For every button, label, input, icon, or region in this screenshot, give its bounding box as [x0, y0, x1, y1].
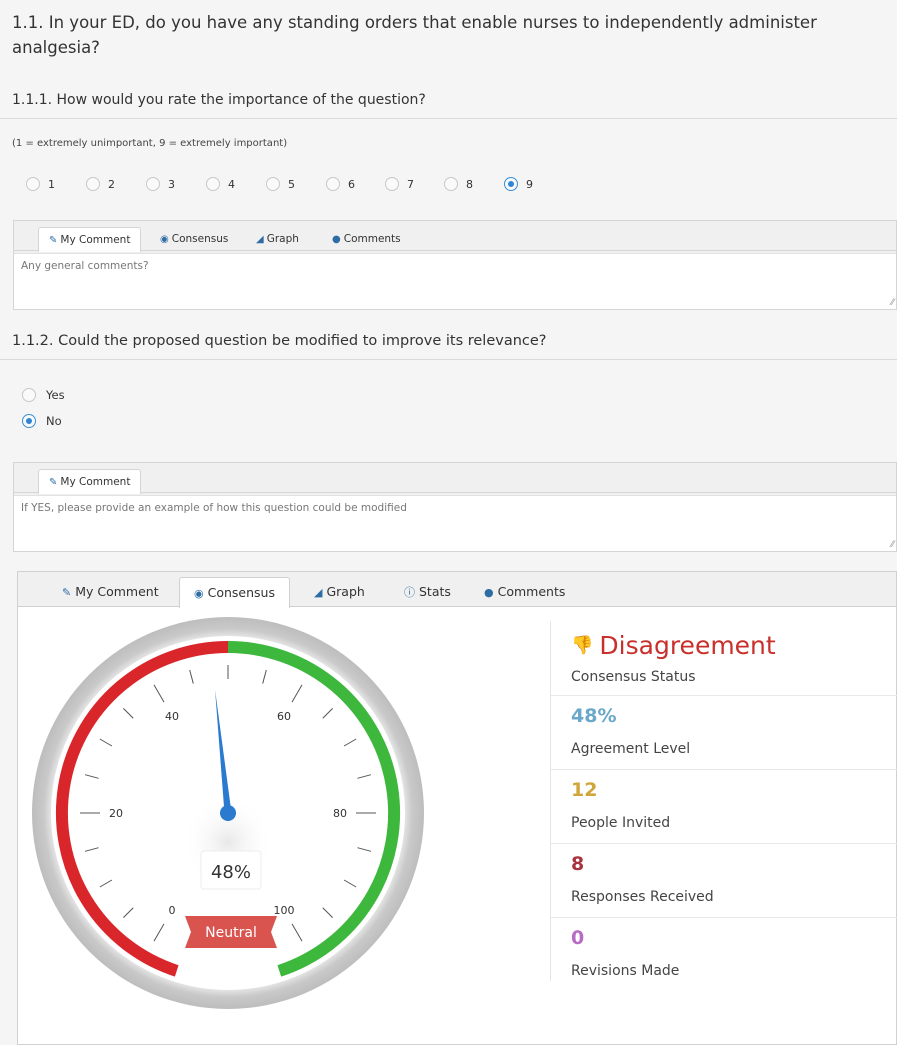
stat-agreement-level: 48% Agreement Level: [551, 695, 897, 769]
resize-grip-icon[interactable]: ⁄⁄: [891, 540, 894, 550]
pencil-icon: ✎: [49, 235, 58, 246]
pencil-icon: ✎: [49, 477, 58, 488]
option-yes[interactable]: Yes: [22, 387, 65, 402]
stat-responses-received: 8 Responses Received: [551, 843, 897, 917]
stat-caption: Responses Received: [571, 889, 714, 905]
gauge-tick-label: 20: [109, 807, 123, 820]
stat-revisions-made: 0 Revisions Made: [551, 917, 897, 991]
general-comment-textarea[interactable]: Any general comments? ⁄⁄: [14, 253, 896, 309]
gauge-ribbon-label: Neutral: [205, 925, 257, 941]
radio-icon[interactable]: [206, 177, 220, 191]
rating-option-4[interactable]: 4: [206, 177, 235, 191]
gauge-tick-label: 40: [165, 710, 179, 723]
question-title: 1.1. In your ED, do you have any standin…: [12, 10, 817, 60]
subquestion-1-1-2-title: 1.1.2. Could the proposed question be mo…: [12, 333, 547, 349]
graph-icon: ◢: [314, 586, 323, 599]
question-title-line1: 1.1. In your ED, do you have any standin…: [12, 13, 817, 32]
stat-value: 8: [571, 853, 585, 875]
gauge-tick-label: 100: [274, 904, 295, 917]
tab-comments[interactable]: ● Comments: [470, 577, 579, 608]
rating-option-6[interactable]: 6: [326, 177, 355, 191]
radio-icon[interactable]: [444, 177, 458, 191]
stat-value: 48%: [571, 705, 617, 727]
rating-option-8[interactable]: 8: [444, 177, 473, 191]
rating-option-2[interactable]: 2: [86, 177, 115, 191]
rating-option-3[interactable]: 3: [146, 177, 175, 191]
tab-graph[interactable]: ◢ Graph: [300, 577, 379, 608]
radio-icon[interactable]: [266, 177, 280, 191]
gauge-value: 48%: [211, 862, 251, 883]
tab-stats[interactable]: ⓘ Stats: [390, 577, 465, 608]
info-icon: ⓘ: [404, 586, 415, 599]
comment-panel-1: ✎ My Comment ◉ Consensus ◢ Graph ● Comments …: [13, 220, 897, 310]
tab-comments[interactable]: ● Comments: [322, 227, 411, 252]
consensus-status-caption: Consensus Status: [571, 669, 696, 685]
radio-checked-icon[interactable]: [504, 177, 518, 191]
rating-option-7[interactable]: 7: [385, 177, 414, 191]
gauge-tick-label: 80: [333, 807, 347, 820]
radio-checked-icon[interactable]: [22, 413, 36, 428]
resize-grip-icon[interactable]: ⁄⁄: [891, 298, 894, 308]
tab-my-comment[interactable]: ✎ My Comment: [48, 577, 173, 608]
modification-comment-textarea[interactable]: If YES, please provide an example of how…: [14, 495, 896, 551]
thumbs-down-icon: 👎: [571, 635, 594, 656]
graph-icon: ◢: [256, 234, 264, 245]
radio-icon[interactable]: [146, 177, 160, 191]
consensus-panel: ✎ My Comment ◉ Consensus ◢ Graph ⓘ Stats ● Co…: [17, 571, 897, 1045]
divider: [0, 118, 897, 119]
consensus-status-block: 👎 Disagreement Consensus Status: [551, 621, 897, 695]
radio-icon[interactable]: [385, 177, 399, 191]
pencil-icon: ✎: [62, 586, 72, 599]
rating-option-9[interactable]: 9: [504, 177, 533, 191]
tab-consensus[interactable]: ◉ Consensus: [179, 577, 290, 608]
rating-option-1[interactable]: 1: [26, 177, 55, 191]
tab-bar: ✎ My Comment ◉ Consensus ◢ Graph ● Comments: [14, 221, 896, 252]
option-no[interactable]: No: [22, 413, 62, 428]
stat-value: 12: [571, 779, 598, 801]
radio-icon[interactable]: [26, 177, 40, 191]
rating-hint: (1 = extremely unimportant, 9 = extremel…: [12, 138, 288, 149]
gauge-tick-label: 0: [169, 904, 176, 917]
stat-people-invited: 12 People Invited: [551, 769, 897, 843]
tab-my-comment[interactable]: ✎ My Comment: [38, 469, 142, 494]
consensus-gauge: 0 20 40 60 80 100 48% Neutral: [32, 617, 424, 1009]
tab-consensus[interactable]: ◉ Consensus: [150, 227, 238, 252]
stat-value: 0: [571, 927, 585, 949]
comment-panel-2: ✎ My Comment If YES, please provide an ex…: [13, 462, 897, 552]
tab-bar: ✎ My Comment: [14, 463, 896, 494]
radio-icon[interactable]: [22, 387, 36, 402]
stat-caption: Agreement Level: [571, 741, 691, 757]
radio-icon[interactable]: [326, 177, 340, 191]
consensus-stats: 👎 Disagreement Consensus Status 48% Agree…: [550, 621, 897, 981]
radio-icon[interactable]: [86, 177, 100, 191]
dashboard-icon: ◉: [194, 587, 204, 600]
divider: [0, 359, 897, 360]
gauge-hub: [220, 805, 236, 821]
stat-caption: People Invited: [571, 815, 671, 831]
question-title-line2: analgesia?: [12, 38, 100, 57]
consensus-status: 👎 Disagreement: [571, 631, 776, 660]
speech-bubble-icon: ●: [484, 586, 494, 599]
rating-option-5[interactable]: 5: [266, 177, 295, 191]
stat-caption: Revisions Made: [571, 963, 680, 979]
dashboard-icon: ◉: [160, 234, 169, 245]
gauge-tick-label: 60: [277, 710, 291, 723]
subquestion-1-1-1-title: 1.1.1. How would you rate the importance…: [12, 92, 426, 108]
tab-graph[interactable]: ◢ Graph: [246, 227, 309, 252]
tab-my-comment[interactable]: ✎ My Comment: [38, 227, 142, 252]
tab-bar: ✎ My Comment ◉ Consensus ◢ Graph ⓘ Stats ● Co…: [18, 572, 896, 608]
speech-bubble-icon: ●: [332, 234, 341, 245]
